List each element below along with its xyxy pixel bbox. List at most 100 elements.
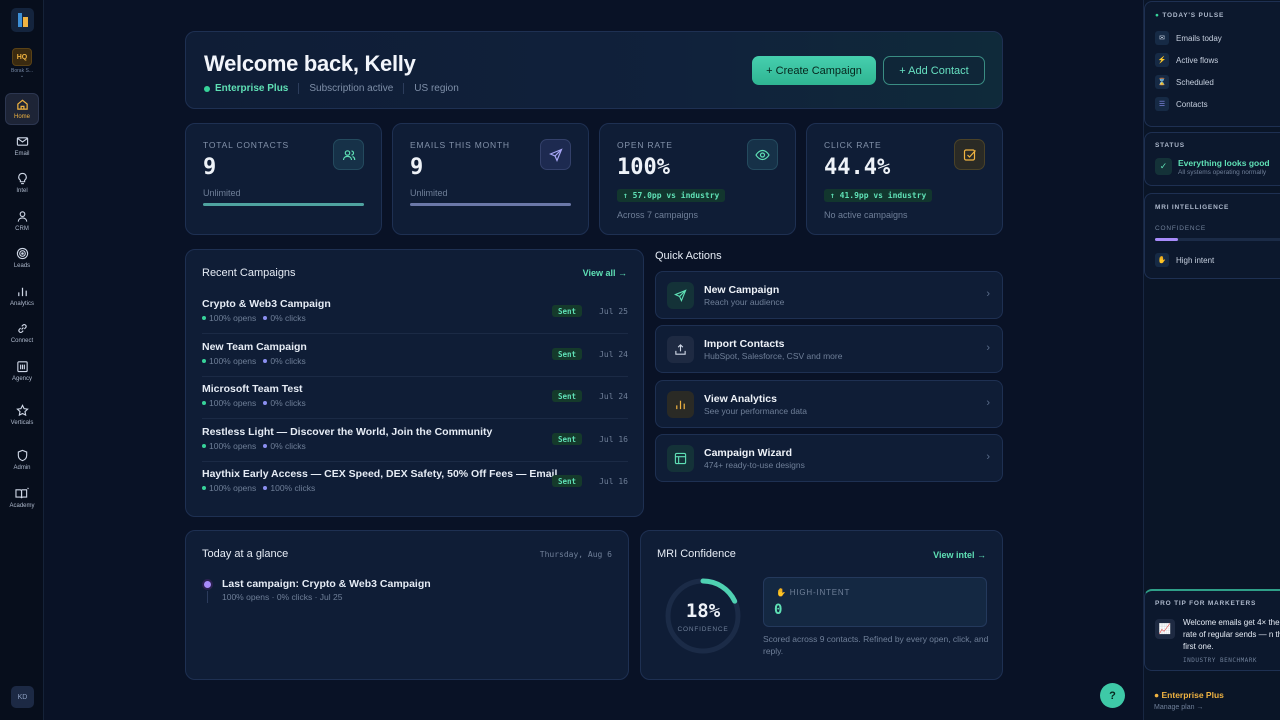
stat-sub: Unlimited [410,188,448,198]
nav-leads[interactable]: Leads [5,243,39,275]
section-title: MRI INTELLIGENCE [1155,204,1230,211]
hand-icon: ✋ [1155,253,1169,267]
stat-value: 100% [617,155,670,180]
nav-verticals[interactable]: Verticals [5,400,39,432]
action-name: Import Contacts [704,338,785,350]
status-badge: Sent [551,475,582,487]
campaign-date: Jul 25 [599,307,628,316]
home-icon [16,99,28,110]
confidence-label: CONFIDENCE [677,626,729,633]
chevron-right-icon: › [986,288,990,300]
mri-confidence-panel: MRI Confidence View intel → 18% CONFIDEN… [640,530,1003,680]
nav-analytics[interactable]: Analytics [5,281,39,313]
stat-value: 9 [203,155,217,180]
nav-label: Verticals [10,420,34,426]
book-icon [15,487,29,499]
nav-email[interactable]: Email [5,131,39,163]
quick-action-import-contacts[interactable]: Import Contacts HubSpot, Salesforce, CSV… [655,325,1003,373]
last-campaign-title[interactable]: Last campaign: Crypto & Web3 Campaign [222,578,431,590]
mail-icon: ✉ [1155,31,1169,45]
users-icon [333,139,364,170]
view-intel-link[interactable]: View intel → [933,550,986,560]
star-icon [15,404,29,417]
campaign-row[interactable]: New Team Campaign 100% opens 0% clicks S… [202,335,628,377]
nav-label: Leads [13,263,31,269]
target-icon [16,247,28,260]
high-intent-box: ✋ HIGH-INTENT 0 [763,577,987,627]
avatar[interactable]: KD [11,686,34,708]
glance-date: Thursday, Aug 6 [539,550,612,559]
divider [298,83,300,94]
status-main: Everything looks good [1178,158,1270,168]
add-contact-button[interactable]: + Add Contact [883,56,985,85]
subscription-row: Enterprise Plus Subscription active US r… [204,83,459,94]
nav-intel[interactable]: Intel [5,168,39,200]
status-badge: Sent [551,390,582,402]
help-button[interactable]: ? [1100,683,1125,708]
campaign-date: Jul 24 [599,350,628,359]
stat-title: EMAILS THIS MONTH [410,140,510,150]
nav-label: Agency [11,376,32,382]
user-icon [17,211,27,222]
campaign-meta: 100% opens 0% clicks [202,398,306,408]
manage-plan-link[interactable]: Manage plan → [1154,704,1203,711]
nav-label: Email [14,151,30,157]
plan-label: ● Enterprise Plus [1154,690,1224,700]
campaign-row[interactable]: Haythix Early Access — CEX Speed, DEX Sa… [202,462,628,504]
pulse-item[interactable]: ⌛ Scheduled [1155,75,1214,89]
campaign-row[interactable]: Restless Light — Discover the World, Joi… [202,420,628,462]
lightbulb-icon [17,172,27,185]
eye-icon [747,139,778,170]
progress-bar [410,203,571,206]
campaign-meta: 100% opens 0% clicks [202,313,306,323]
check-square-icon [954,139,985,170]
recent-campaigns-panel: Recent Campaigns View all → Crypto & Web… [185,249,644,517]
nav-connect[interactable]: Connect [5,318,39,350]
analytics-icon [667,391,694,418]
campaign-date: Jul 16 [599,435,628,444]
confidence-gauge: 18% CONFIDENCE [663,576,743,656]
tip-source: INDUSTRY BENCHMARK [1183,657,1258,664]
pulse-item[interactable]: ⚡ Active flows [1155,53,1218,67]
pulse-item[interactable]: ☰ Contacts [1155,97,1208,111]
clicks-label: 0% clicks [270,313,306,323]
quick-action-new-campaign[interactable]: New Campaign Reach your audience › [655,271,1003,319]
nav-home[interactable]: Home [5,93,39,125]
upload-icon [667,336,694,363]
layout-icon [667,445,694,472]
chevron-right-icon: › [986,397,990,409]
nav-agency[interactable]: Agency [5,356,39,388]
status-badge: Sent [551,433,582,445]
action-desc: Reach your audience [704,297,785,307]
welcome-banner: Welcome back, Kelly Enterprise Plus Subs… [185,31,1003,109]
confidence-bar [1155,238,1280,241]
campaign-date: Jul 16 [599,477,628,486]
campaign-meta: 100% opens 0% clicks [202,441,306,451]
opens-label: 100% opens [209,356,257,366]
nav-crm[interactable]: CRM [5,206,39,238]
quick-action-campaign-wizard[interactable]: Campaign Wizard 474+ ready-to-use design… [655,434,1003,482]
campaign-row[interactable]: Microsoft Team Test 100% opens 0% clicks… [202,377,628,419]
nav-label: Home [13,114,30,120]
campaign-name: New Team Campaign [202,341,307,353]
nav-admin[interactable]: Admin [5,445,39,477]
org-switcher[interactable]: HQ Borak S... ⌄ [3,48,41,79]
section-title: Recent Campaigns [202,267,296,279]
progress-fill [203,203,364,206]
bar-chart-icon [17,287,27,297]
section-title: MRI Confidence [657,548,736,560]
campaign-row[interactable]: Crypto & Web3 Campaign 100% opens 0% cli… [202,292,628,334]
campaign-name: Crypto & Web3 Campaign [202,298,331,310]
timeline-line [207,591,208,603]
confidence-label: CONFIDENCE [1155,225,1206,232]
stat-title: TOTAL CONTACTS [203,140,289,150]
view-all-link[interactable]: View all → [583,268,627,278]
quick-action-view-analytics[interactable]: View Analytics See your performance data… [655,380,1003,428]
pulse-item[interactable]: ✉ Emails today [1155,31,1222,45]
confidence-fill [1155,238,1178,241]
app-logo[interactable] [11,8,34,32]
nav-academy[interactable]: Academy [5,483,39,515]
action-desc: See your performance data [704,406,808,416]
create-campaign-button[interactable]: + Create Campaign [752,56,876,85]
bolt-icon: ⚡ [1155,53,1169,67]
